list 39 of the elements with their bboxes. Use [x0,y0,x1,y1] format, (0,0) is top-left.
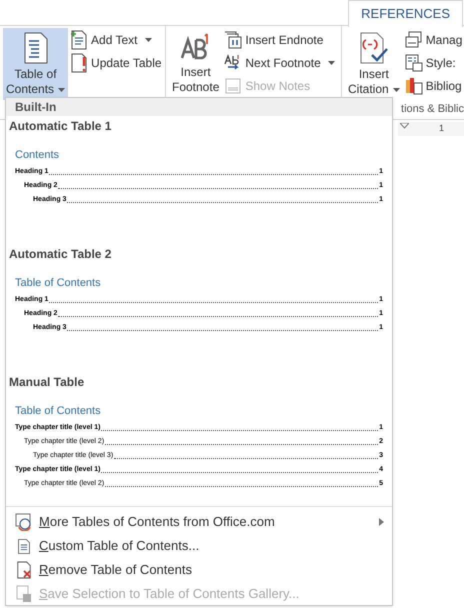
group-label: tions & Biblic [401,102,464,118]
big-ribbon-button[interactable]: Table of Contents [3,28,68,100]
menu-item[interactable]: Remove Table of Contents [6,558,392,582]
document-plus-icon [70,30,88,50]
ribbon-button[interactable]: Style: [404,53,462,73]
document-exclamation-icon [70,53,88,73]
gallery-title: Manual Table [9,374,86,390]
endnote-icon [224,31,242,49]
document-disk-icon [16,585,32,603]
footnote-icon [180,32,211,62]
caret-icon [392,88,400,92]
gallery-title: Automatic Table 2 [9,246,112,262]
document-remove-icon [16,561,32,579]
citation-icon [358,32,389,64]
toc-heading: Contents [15,148,60,162]
document-lines-icon [22,32,49,64]
submenu-arrow-icon [379,518,384,526]
ribbon-button[interactable]: Bibliog [404,76,462,96]
ribbon-button[interactable]: Manag [404,30,462,50]
caret-icon [144,38,152,42]
big-ribbon-button[interactable]: Insert Citation [345,28,403,100]
document-lines-icon [17,538,31,554]
big-ribbon-button[interactable]: Insert Footnote [169,28,222,100]
gallery-title: Automatic Table 1 [9,118,112,134]
menu-item[interactable]: More Tables of Contents from Office.com [6,510,392,534]
ribbon-button[interactable]: Update Table [70,53,162,73]
notes-icon [224,77,242,95]
ribbon-button[interactable]: Next Footnote [224,53,335,73]
toc-heading: Table of Contents [15,404,102,418]
menu-item[interactable]: Custom Table of Contents... [6,534,392,558]
bibliography-icon [404,77,423,95]
ribbon-tab[interactable]: REFERENCES [348,0,463,27]
toc-heading: Table of Contents [15,276,102,290]
caret-icon [58,88,66,92]
ruler-number: 1 [439,122,444,136]
ribbon-button[interactable]: Add Text [70,30,162,50]
caret-icon [328,61,335,65]
menu-section-header: Built-In [6,98,392,116]
ribbon-button[interactable]: Insert Endnote [224,30,335,50]
